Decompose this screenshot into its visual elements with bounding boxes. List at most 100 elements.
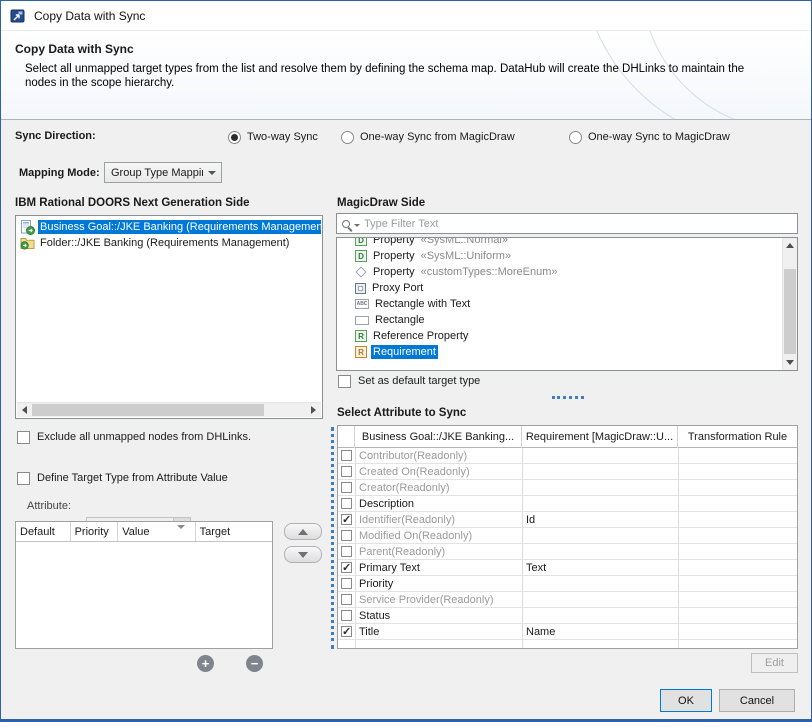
column-header-source[interactable]: Business Goal::/JKE Banking... — [355, 426, 522, 448]
transformation-rule — [678, 448, 797, 464]
transformation-rule — [678, 576, 797, 592]
rectangle-icon — [355, 316, 369, 325]
column-header-rule[interactable]: Transformation Rule — [678, 426, 797, 448]
column-header-priority[interactable]: Priority — [71, 522, 119, 541]
radio-two-way-sync[interactable]: Two-way Sync — [228, 129, 318, 145]
row-checkbox[interactable] — [341, 466, 352, 477]
transformation-rule — [678, 544, 797, 560]
attribute-row-service-provider[interactable]: Service Provider(Readonly) — [338, 592, 797, 608]
row-checkbox[interactable] — [341, 450, 352, 461]
attribute-row-created-on[interactable]: Created On(Readonly) — [338, 464, 797, 480]
row-checkbox[interactable] — [341, 626, 352, 637]
doors-panel-title: IBM Rational DOORS Next Generation Side — [15, 197, 250, 209]
row-checkbox[interactable] — [341, 498, 352, 509]
radio-one-way-from-magicdraw[interactable]: One-way Sync from MagicDraw — [341, 129, 515, 145]
radio-one-way-to-magicdraw[interactable]: One-way Sync to MagicDraw — [569, 129, 730, 145]
attribute-row-priority[interactable]: Priority — [338, 576, 797, 592]
ok-button[interactable]: OK — [660, 689, 712, 712]
attribute-row-parent[interactable]: Parent(Readonly) — [338, 544, 797, 560]
attribute-name: Modified On(Readonly) — [355, 528, 522, 544]
define-target-type-checkbox[interactable]: Define Target Type from Attribute Value — [17, 472, 228, 485]
horizontal-scrollbar[interactable] — [17, 402, 321, 417]
attribute-row-status[interactable]: Status — [338, 608, 797, 624]
row-checkbox[interactable] — [341, 482, 352, 493]
attribute-row-creator[interactable]: Creator(Readonly) — [338, 480, 797, 496]
rectangle-with-text-icon — [355, 299, 369, 309]
checkbox-icon — [17, 431, 30, 444]
scroll-up-button[interactable] — [783, 238, 797, 253]
radio-label: One-way Sync to MagicDraw — [588, 131, 730, 143]
tree-item-rectangle-with-text[interactable]: Rectangle with Text — [338, 296, 781, 312]
arrow-up-icon — [298, 529, 308, 535]
scroll-right-button[interactable] — [306, 403, 321, 417]
tree-item-property-uniform[interactable]: Property «SysML::Uniform» — [338, 248, 781, 264]
header-description: Select all unmapped target types from th… — [25, 62, 765, 90]
attribute-row-description[interactable]: Description — [338, 496, 797, 512]
scrollbar-thumb[interactable] — [32, 404, 264, 416]
row-checkbox[interactable] — [341, 578, 352, 589]
cancel-button[interactable]: Cancel — [719, 689, 795, 712]
attribute-name: Primary Text — [355, 560, 522, 576]
tree-item-proxy-port[interactable]: Proxy Port — [338, 280, 781, 296]
column-header-target[interactable]: Requirement [MagicDraw::U... — [522, 426, 678, 448]
attribute-row-modified-on[interactable]: Modified On(Readonly) — [338, 528, 797, 544]
checkbox-label: Exclude all unmapped nodes from DHLinks. — [37, 431, 251, 443]
attribute-row-contributor[interactable]: Contributor(Readonly) — [338, 448, 797, 464]
row-checkbox[interactable] — [341, 530, 352, 541]
row-checkbox[interactable] — [341, 514, 352, 525]
scroll-left-button[interactable] — [17, 403, 32, 417]
copy-data-with-sync-dialog: Copy Data with Sync Copy Data with Sync … — [0, 0, 812, 722]
row-checkbox[interactable] — [341, 594, 352, 605]
mapped-attribute — [522, 544, 678, 560]
transformation-rule — [678, 528, 797, 544]
set-default-target-checkbox[interactable]: Set as default target type — [338, 375, 480, 388]
distribution-property-icon — [355, 250, 367, 262]
mapped-attribute — [522, 528, 678, 544]
attribute-row-primary-text[interactable]: Primary Text Text — [338, 560, 797, 576]
mapped-attribute — [522, 592, 678, 608]
titlebar[interactable]: Copy Data with Sync — [1, 1, 811, 31]
vertical-scrollbar[interactable] — [782, 238, 797, 370]
mapping-mode-select[interactable]: Group Type Mapping — [104, 162, 222, 183]
tree-item-reference-property[interactable]: Reference Property — [338, 328, 781, 344]
mapping-mode-value: Group Type Mapping — [111, 167, 203, 179]
attribute-name: Contributor(Readonly) — [355, 448, 522, 464]
attribute-row-title[interactable]: Title Name — [338, 624, 797, 640]
attribute-sync-title: Select Attribute to Sync — [337, 407, 466, 419]
remove-row-button[interactable] — [246, 655, 263, 672]
list-item-business-goal[interactable]: Business Goal::/JKE Banking (Requirement… — [17, 219, 321, 235]
radio-label: Two-way Sync — [247, 131, 318, 143]
row-checkbox[interactable] — [341, 546, 352, 557]
attribute-sync-table: Business Goal::/JKE Banking... Requireme… — [337, 425, 798, 649]
scrollbar-thumb[interactable] — [784, 269, 796, 354]
triangle-right-icon — [311, 406, 316, 414]
list-item-folder[interactable]: Folder::/JKE Banking (Requirements Manag… — [17, 235, 321, 251]
tree-item-property-moreenum[interactable]: Property «customTypes::MoreEnum» — [338, 264, 781, 280]
mapped-attribute — [522, 448, 678, 464]
tree-item-label: Proxy Port — [370, 281, 425, 295]
mapped-attribute — [522, 576, 678, 592]
attribute-name: Creator(Readonly) — [355, 480, 522, 496]
triangle-up-icon — [786, 243, 794, 248]
row-checkbox[interactable] — [341, 562, 352, 573]
dialog-header: Copy Data with Sync Select all unmapped … — [1, 31, 811, 120]
exclude-unmapped-checkbox[interactable]: Exclude all unmapped nodes from DHLinks. — [17, 431, 251, 444]
column-header-default[interactable]: Default — [16, 522, 71, 541]
radio-icon — [569, 131, 582, 144]
scroll-down-button[interactable] — [783, 355, 797, 370]
tree-item-property-normal[interactable]: Property «SysML::Normal» — [338, 237, 781, 248]
tree-item-requirement[interactable]: Requirement — [338, 344, 781, 360]
tree-item-rectangle[interactable]: Rectangle — [338, 312, 781, 328]
vertical-splitter-handle[interactable] — [331, 427, 334, 649]
row-checkbox[interactable] — [341, 610, 352, 621]
add-row-button[interactable] — [197, 655, 214, 672]
filter-field[interactable] — [336, 213, 798, 234]
horizontal-splitter-handle[interactable] — [552, 396, 584, 399]
tree-item-stereotype: «SysML::Uniform» — [421, 250, 511, 262]
attribute-row-identifier[interactable]: Identifier(Readonly) Id — [338, 512, 797, 528]
mapped-attribute — [522, 496, 678, 512]
filter-input[interactable] — [360, 214, 797, 233]
column-header-target[interactable]: Target — [196, 522, 272, 541]
edit-button: Edit — [751, 653, 798, 673]
reference-property-icon — [355, 330, 367, 342]
